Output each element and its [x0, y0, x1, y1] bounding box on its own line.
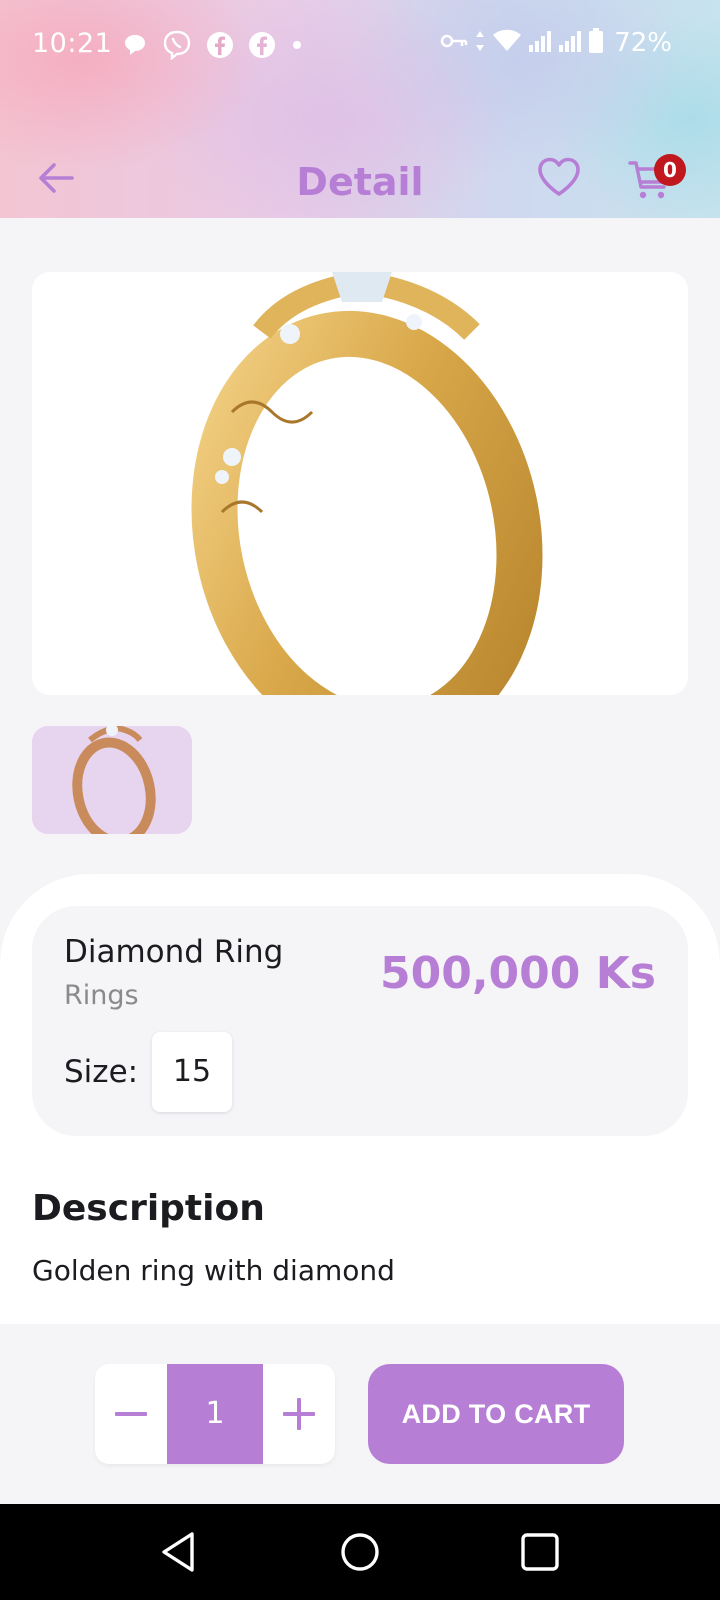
product-price: 500,000 Ks	[379, 948, 656, 999]
nav-home-button[interactable]	[336, 1528, 384, 1576]
status-time: 10:21	[32, 28, 113, 59]
increase-quantity-button[interactable]	[263, 1364, 335, 1464]
plus-icon	[283, 1398, 315, 1430]
nav-back-button[interactable]	[156, 1528, 204, 1576]
key-icon	[440, 31, 468, 55]
facebook-icon	[206, 31, 234, 59]
facebook-icon	[248, 31, 276, 59]
product-category: Rings	[64, 980, 139, 1011]
chat-bubble-icon	[122, 32, 148, 58]
status-bar: 10:21 72%	[0, 0, 720, 96]
system-nav-bar	[0, 1504, 720, 1600]
description-title: Description	[32, 1188, 265, 1229]
decrease-quantity-button[interactable]	[95, 1364, 167, 1464]
app-bar: Detail	[0, 140, 720, 210]
ring-thumbnail-image	[72, 726, 156, 834]
header: 10:21 72% Detail	[0, 0, 720, 218]
product-image[interactable]	[32, 272, 688, 695]
battery-icon	[588, 28, 604, 58]
size-option[interactable]: 15	[152, 1032, 232, 1112]
data-arrows-icon	[474, 29, 486, 57]
quantity-stepper: 1	[95, 1364, 335, 1464]
battery-percent: 72%	[614, 28, 672, 58]
nav-recents-button[interactable]	[516, 1528, 564, 1576]
heart-icon	[538, 157, 580, 196]
home-circle-icon	[341, 1533, 379, 1571]
add-to-cart-button[interactable]: ADD TO CART	[368, 1364, 624, 1464]
minus-icon	[115, 1412, 147, 1416]
wifi-icon	[492, 29, 522, 57]
description-text: Golden ring with diamond	[32, 1254, 395, 1287]
viber-icon	[162, 30, 192, 60]
product-name: Diamond Ring	[64, 934, 284, 970]
gold-ring-image	[191, 272, 543, 695]
notification-icons	[122, 30, 304, 60]
signal-icon	[528, 29, 552, 57]
page-title: Detail	[296, 160, 424, 204]
system-icons: 72%	[440, 28, 672, 58]
size-label: Size:	[64, 1054, 139, 1090]
dot-icon	[290, 38, 304, 52]
quantity-value: 1	[167, 1364, 263, 1464]
back-triangle-icon	[162, 1532, 194, 1572]
cart-count-badge: 0	[654, 154, 686, 186]
thumbnail-1[interactable]	[32, 726, 192, 834]
recents-square-icon	[521, 1533, 559, 1571]
favorite-button[interactable]	[536, 156, 584, 200]
signal-icon	[558, 29, 582, 57]
